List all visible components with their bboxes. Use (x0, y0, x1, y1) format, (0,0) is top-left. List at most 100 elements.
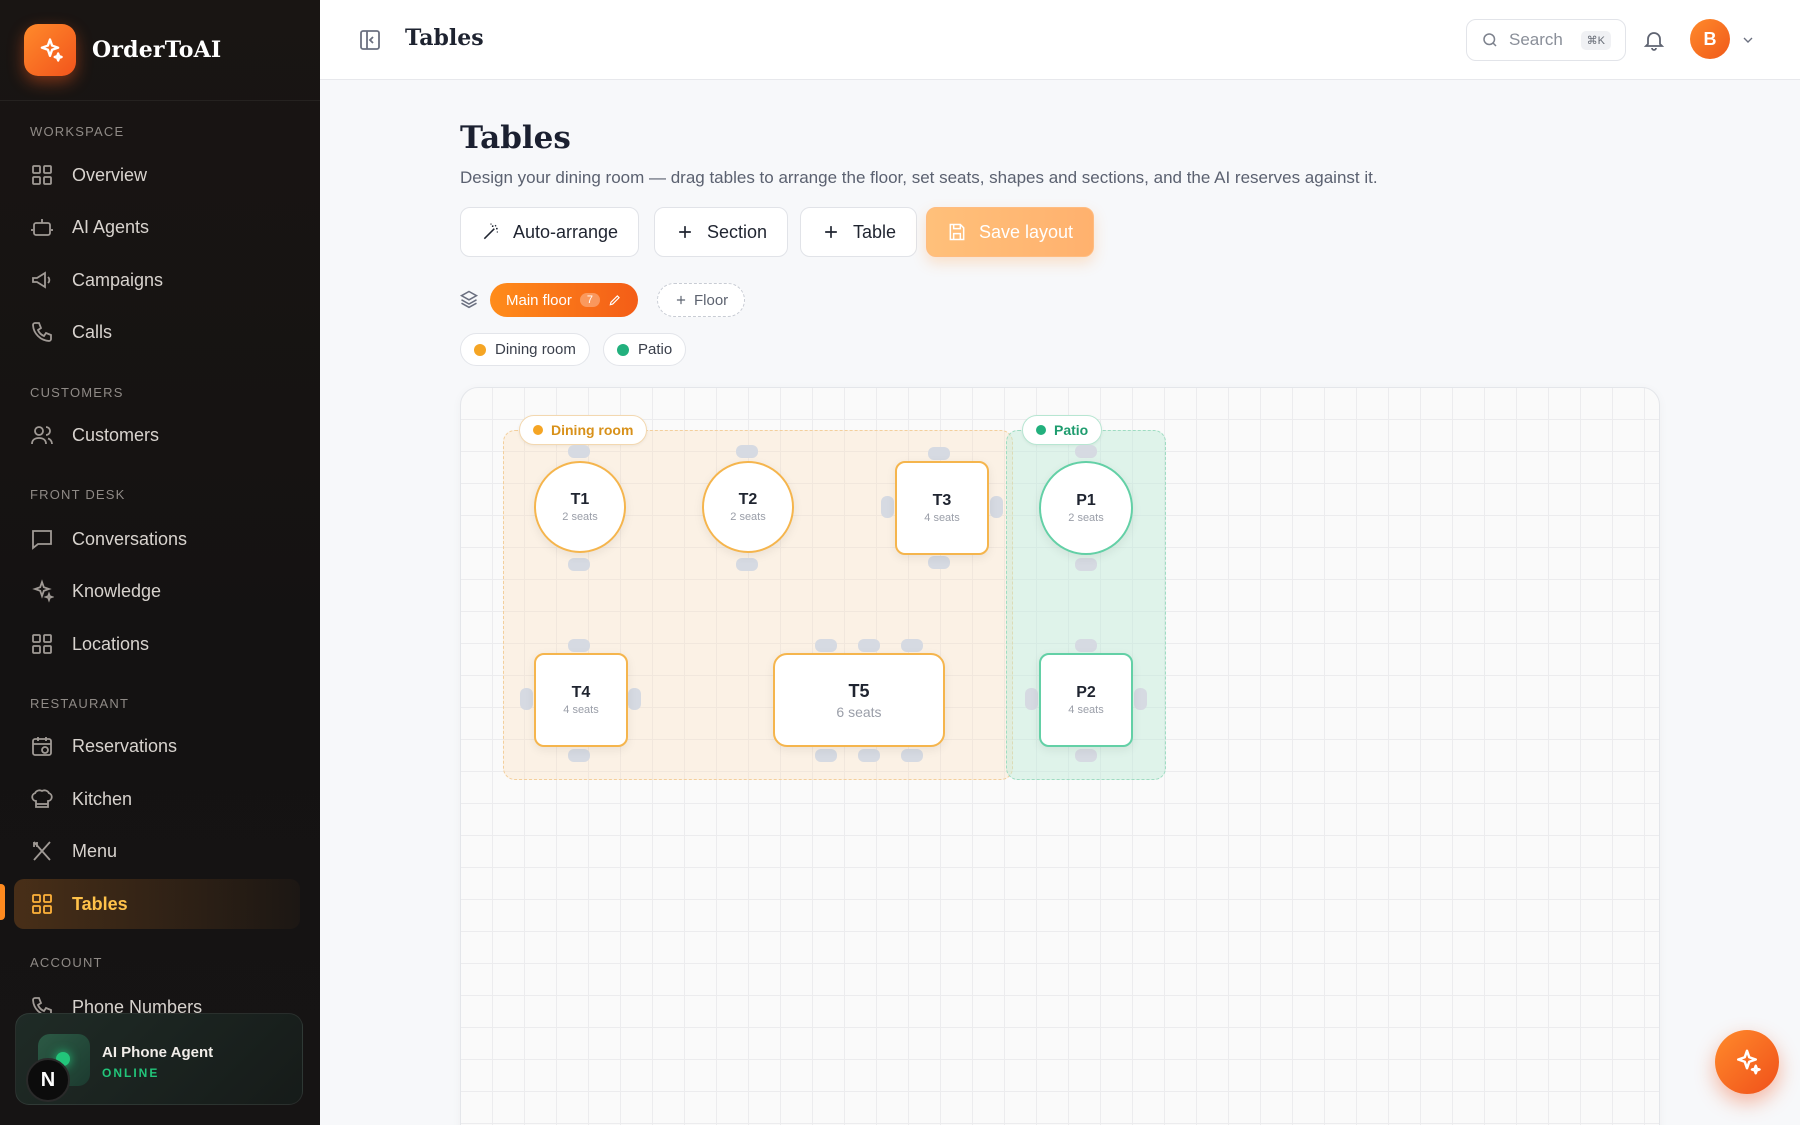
phone-icon (32, 322, 52, 342)
table-name: T1 (570, 491, 590, 508)
calendar-clock-icon (32, 737, 52, 756)
sidebar-item-conversations[interactable]: Conversations (14, 514, 300, 564)
section-chip-patio[interactable]: Patio (603, 333, 687, 366)
chair (881, 496, 894, 518)
floor-tab-main[interactable]: Main floor 7 (490, 283, 638, 317)
section-label-account: ACCOUNT (30, 955, 103, 970)
sidebar-item-reservations[interactable]: Reservations (14, 721, 300, 771)
user-avatar[interactable]: B (1690, 19, 1730, 59)
section-color-dot (474, 343, 486, 356)
search-icon (1483, 33, 1497, 47)
topbar-title: Tables (405, 25, 484, 51)
add-section-button[interactable]: Section (654, 207, 789, 257)
chair (628, 688, 641, 710)
section-color-dot (617, 343, 629, 356)
pencil-icon[interactable] (608, 293, 622, 307)
magic-wand-icon (483, 223, 498, 240)
sidebar-item-label: Overview (72, 164, 148, 185)
chair (990, 496, 1003, 518)
table-name: T5 (848, 680, 870, 701)
sidebar-item-calls[interactable]: Calls (14, 307, 300, 357)
table-seats: 2 seats (1068, 512, 1104, 524)
floor-plan-canvas[interactable]: Dining room Patio T1 2 seats T2 2 seats … (460, 387, 1660, 1125)
table-t5[interactable]: T5 6 seats (773, 653, 945, 747)
chair (858, 639, 880, 652)
add-table-button[interactable]: Table (800, 207, 918, 257)
save-icon (949, 223, 965, 241)
chair (1075, 749, 1097, 762)
brand[interactable]: OrderToAI (24, 24, 221, 76)
sidebar-item-label: AI Agents (72, 216, 150, 237)
section-label-patio[interactable]: Patio (1022, 415, 1103, 445)
sidebar-item-overview[interactable]: Overview (14, 150, 300, 200)
table-t1[interactable]: T1 2 seats (534, 461, 626, 553)
brand-name: OrderToAI (92, 37, 222, 63)
table-t4[interactable]: T4 4 seats (534, 653, 628, 747)
table-p1[interactable]: P1 2 seats (1039, 461, 1133, 555)
table-t3[interactable]: T3 4 seats (895, 461, 989, 555)
robot-icon (31, 219, 53, 236)
table-seats: 6 seats (836, 703, 882, 720)
grid-icon (32, 165, 52, 185)
sidebar-item-kitchen[interactable]: Kitchen (14, 774, 300, 824)
table-t2[interactable]: T2 2 seats (702, 461, 794, 553)
sidebar-item-label: Tables (72, 893, 128, 914)
table-name: T2 (738, 491, 758, 508)
chair (815, 749, 837, 762)
search-shortcut: ⌘K (1580, 30, 1611, 50)
search-label: Search (1509, 30, 1563, 49)
add-floor-button[interactable]: Floor (657, 283, 746, 317)
chip-label: Patio (638, 341, 673, 358)
section-label-customers: CUSTOMERS (30, 385, 124, 400)
chevron-down-icon[interactable] (1740, 32, 1756, 48)
chair (1075, 445, 1097, 458)
utensils-icon (33, 841, 51, 861)
plus-icon (676, 295, 686, 305)
sidebar-item-label: Calls (72, 321, 113, 342)
sparkle-icon (1737, 1049, 1761, 1075)
sidebar-item-tables[interactable]: Tables (14, 879, 300, 929)
table-p2[interactable]: P2 4 seats (1039, 653, 1133, 747)
chair (1025, 688, 1038, 710)
sidebar-item-label: Customers (72, 424, 160, 445)
sidebar-toggle-icon[interactable] (358, 28, 382, 52)
section-label-dining-room[interactable]: Dining room (519, 415, 648, 445)
sidebar-item-campaigns[interactable]: Campaigns (14, 255, 300, 305)
floor-label: Main floor (506, 291, 572, 309)
table-seats: 4 seats (563, 704, 599, 716)
sidebar-item-menu[interactable]: Menu (14, 826, 300, 876)
chair (520, 688, 533, 710)
sidebar-item-label: Locations (72, 633, 150, 654)
table-name: P2 (1076, 684, 1096, 701)
search-input[interactable]: Search ⌘K (1466, 19, 1626, 61)
save-layout-button[interactable]: Save layout (926, 207, 1095, 257)
grid-icon (32, 634, 52, 654)
chair (568, 558, 590, 571)
chair (858, 749, 880, 762)
bell-icon[interactable] (1642, 27, 1666, 53)
sidebar-item-label: Reservations (72, 735, 178, 756)
section-label-restaurant: RESTAURANT (30, 696, 130, 711)
section-color-dot (1036, 425, 1046, 435)
auto-arrange-button[interactable]: Auto-arrange (460, 207, 640, 257)
layers-icon (459, 290, 479, 309)
section-color-dot (533, 425, 543, 435)
sidebar-item-customers[interactable]: Customers (14, 410, 300, 460)
chair (1075, 639, 1097, 652)
topbar: Tables Search ⌘K B (320, 0, 1800, 80)
chair (568, 445, 590, 458)
sparkle-logo-icon (24, 24, 76, 76)
table-seats: 4 seats (924, 512, 960, 524)
page-title: Tables (460, 120, 571, 156)
section-chip-dining-room[interactable]: Dining room (460, 333, 590, 366)
sidebar-item-ai-agents[interactable]: AI Agents (14, 202, 300, 252)
sidebar-item-locations[interactable]: Locations (14, 619, 300, 669)
button-label: Section (707, 221, 768, 242)
sidebar-item-label: Knowledge (72, 580, 162, 601)
sidebar-item-knowledge[interactable]: Knowledge (14, 566, 300, 616)
n-badge[interactable]: N (26, 1058, 70, 1102)
sidebar: OrderToAI WORKSPACE Overview AI Agents C… (0, 0, 320, 1125)
chair (1134, 688, 1147, 710)
ai-assistant-button[interactable] (1715, 1030, 1779, 1094)
chair (736, 445, 758, 458)
